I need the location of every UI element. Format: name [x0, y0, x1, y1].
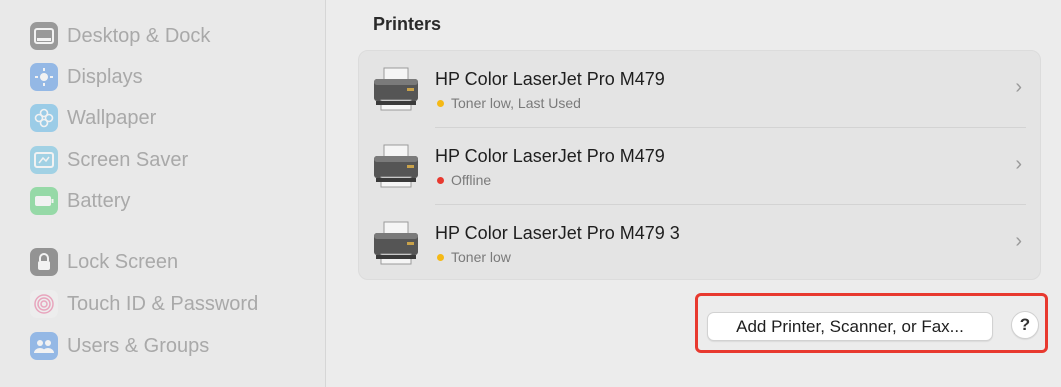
sidebar-item-touch-id[interactable]: Touch ID & Password — [30, 289, 258, 319]
sidebar-item-displays[interactable]: Displays — [30, 62, 143, 92]
battery-icon — [30, 187, 58, 215]
chevron-right-icon: › — [1015, 230, 1022, 252]
sidebar-item-users-groups[interactable]: Users & Groups — [30, 331, 209, 361]
sidebar-item-label: Screen Saver — [67, 148, 189, 171]
printer-status: Toner low — [437, 249, 511, 265]
displays-icon — [30, 63, 58, 91]
sidebar-item-desktop-dock[interactable]: Desktop & Dock — [30, 21, 210, 51]
section-title: Printers — [373, 14, 442, 34]
users-groups-icon — [30, 332, 58, 360]
chevron-right-icon: › — [1015, 153, 1022, 175]
sidebar-item-label: Desktop & Dock — [67, 24, 211, 47]
status-dot-icon — [437, 253, 444, 261]
sidebar: Desktop & Dock Displays Wallpaper Screen… — [0, 0, 326, 387]
printer-status-text: Toner low, Last Used — [451, 95, 581, 111]
sidebar-item-battery[interactable]: Battery — [30, 186, 130, 216]
status-dot-icon — [437, 99, 444, 107]
desktop-dock-icon — [30, 22, 58, 50]
printer-icon — [374, 221, 418, 265]
sidebar-item-label: Displays — [67, 65, 143, 88]
sidebar-item-label: Wallpaper — [67, 106, 157, 129]
status-dot-icon — [437, 176, 444, 184]
printer-list: HP Color LaserJet Pro M479 Toner low, La… — [358, 50, 1041, 280]
sidebar-item-label: Users & Groups — [67, 334, 210, 357]
printer-status-text: Toner low — [451, 249, 511, 265]
lock-screen-icon — [30, 248, 58, 276]
wallpaper-icon — [30, 104, 58, 132]
main-content: Printers HP Color LaserJet Pro M479 Tone… — [327, 0, 1061, 387]
printer-row[interactable]: HP Color LaserJet Pro M479 Toner low, La… — [359, 51, 1040, 127]
sidebar-item-label: Lock Screen — [67, 250, 179, 273]
printer-name: HP Color LaserJet Pro M479 — [435, 69, 665, 89]
sidebar-item-label: Touch ID & Password — [67, 292, 259, 315]
printer-row[interactable]: HP Color LaserJet Pro M479 3 Toner low › — [359, 205, 1040, 279]
printer-name: HP Color LaserJet Pro M479 — [435, 146, 665, 166]
chevron-right-icon: › — [1015, 76, 1022, 98]
printer-row[interactable]: HP Color LaserJet Pro M479 Offline › — [359, 128, 1040, 204]
printer-icon — [374, 67, 418, 111]
help-button[interactable]: ? — [1011, 311, 1039, 339]
touch-id-icon — [30, 290, 58, 318]
printer-status: Toner low, Last Used — [437, 95, 581, 111]
printer-name: HP Color LaserJet Pro M479 3 — [435, 223, 680, 243]
printer-icon — [374, 144, 418, 188]
sidebar-item-label: Battery — [67, 189, 131, 212]
add-printer-button[interactable]: Add Printer, Scanner, or Fax... — [707, 312, 993, 341]
sidebar-item-wallpaper[interactable]: Wallpaper — [30, 103, 156, 133]
sidebar-item-lock-screen[interactable]: Lock Screen — [30, 247, 178, 277]
printer-status-text: Offline — [451, 172, 492, 188]
printer-status: Offline — [437, 172, 491, 188]
sidebar-item-screen-saver[interactable]: Screen Saver — [30, 145, 188, 175]
screen-saver-icon — [30, 146, 58, 174]
